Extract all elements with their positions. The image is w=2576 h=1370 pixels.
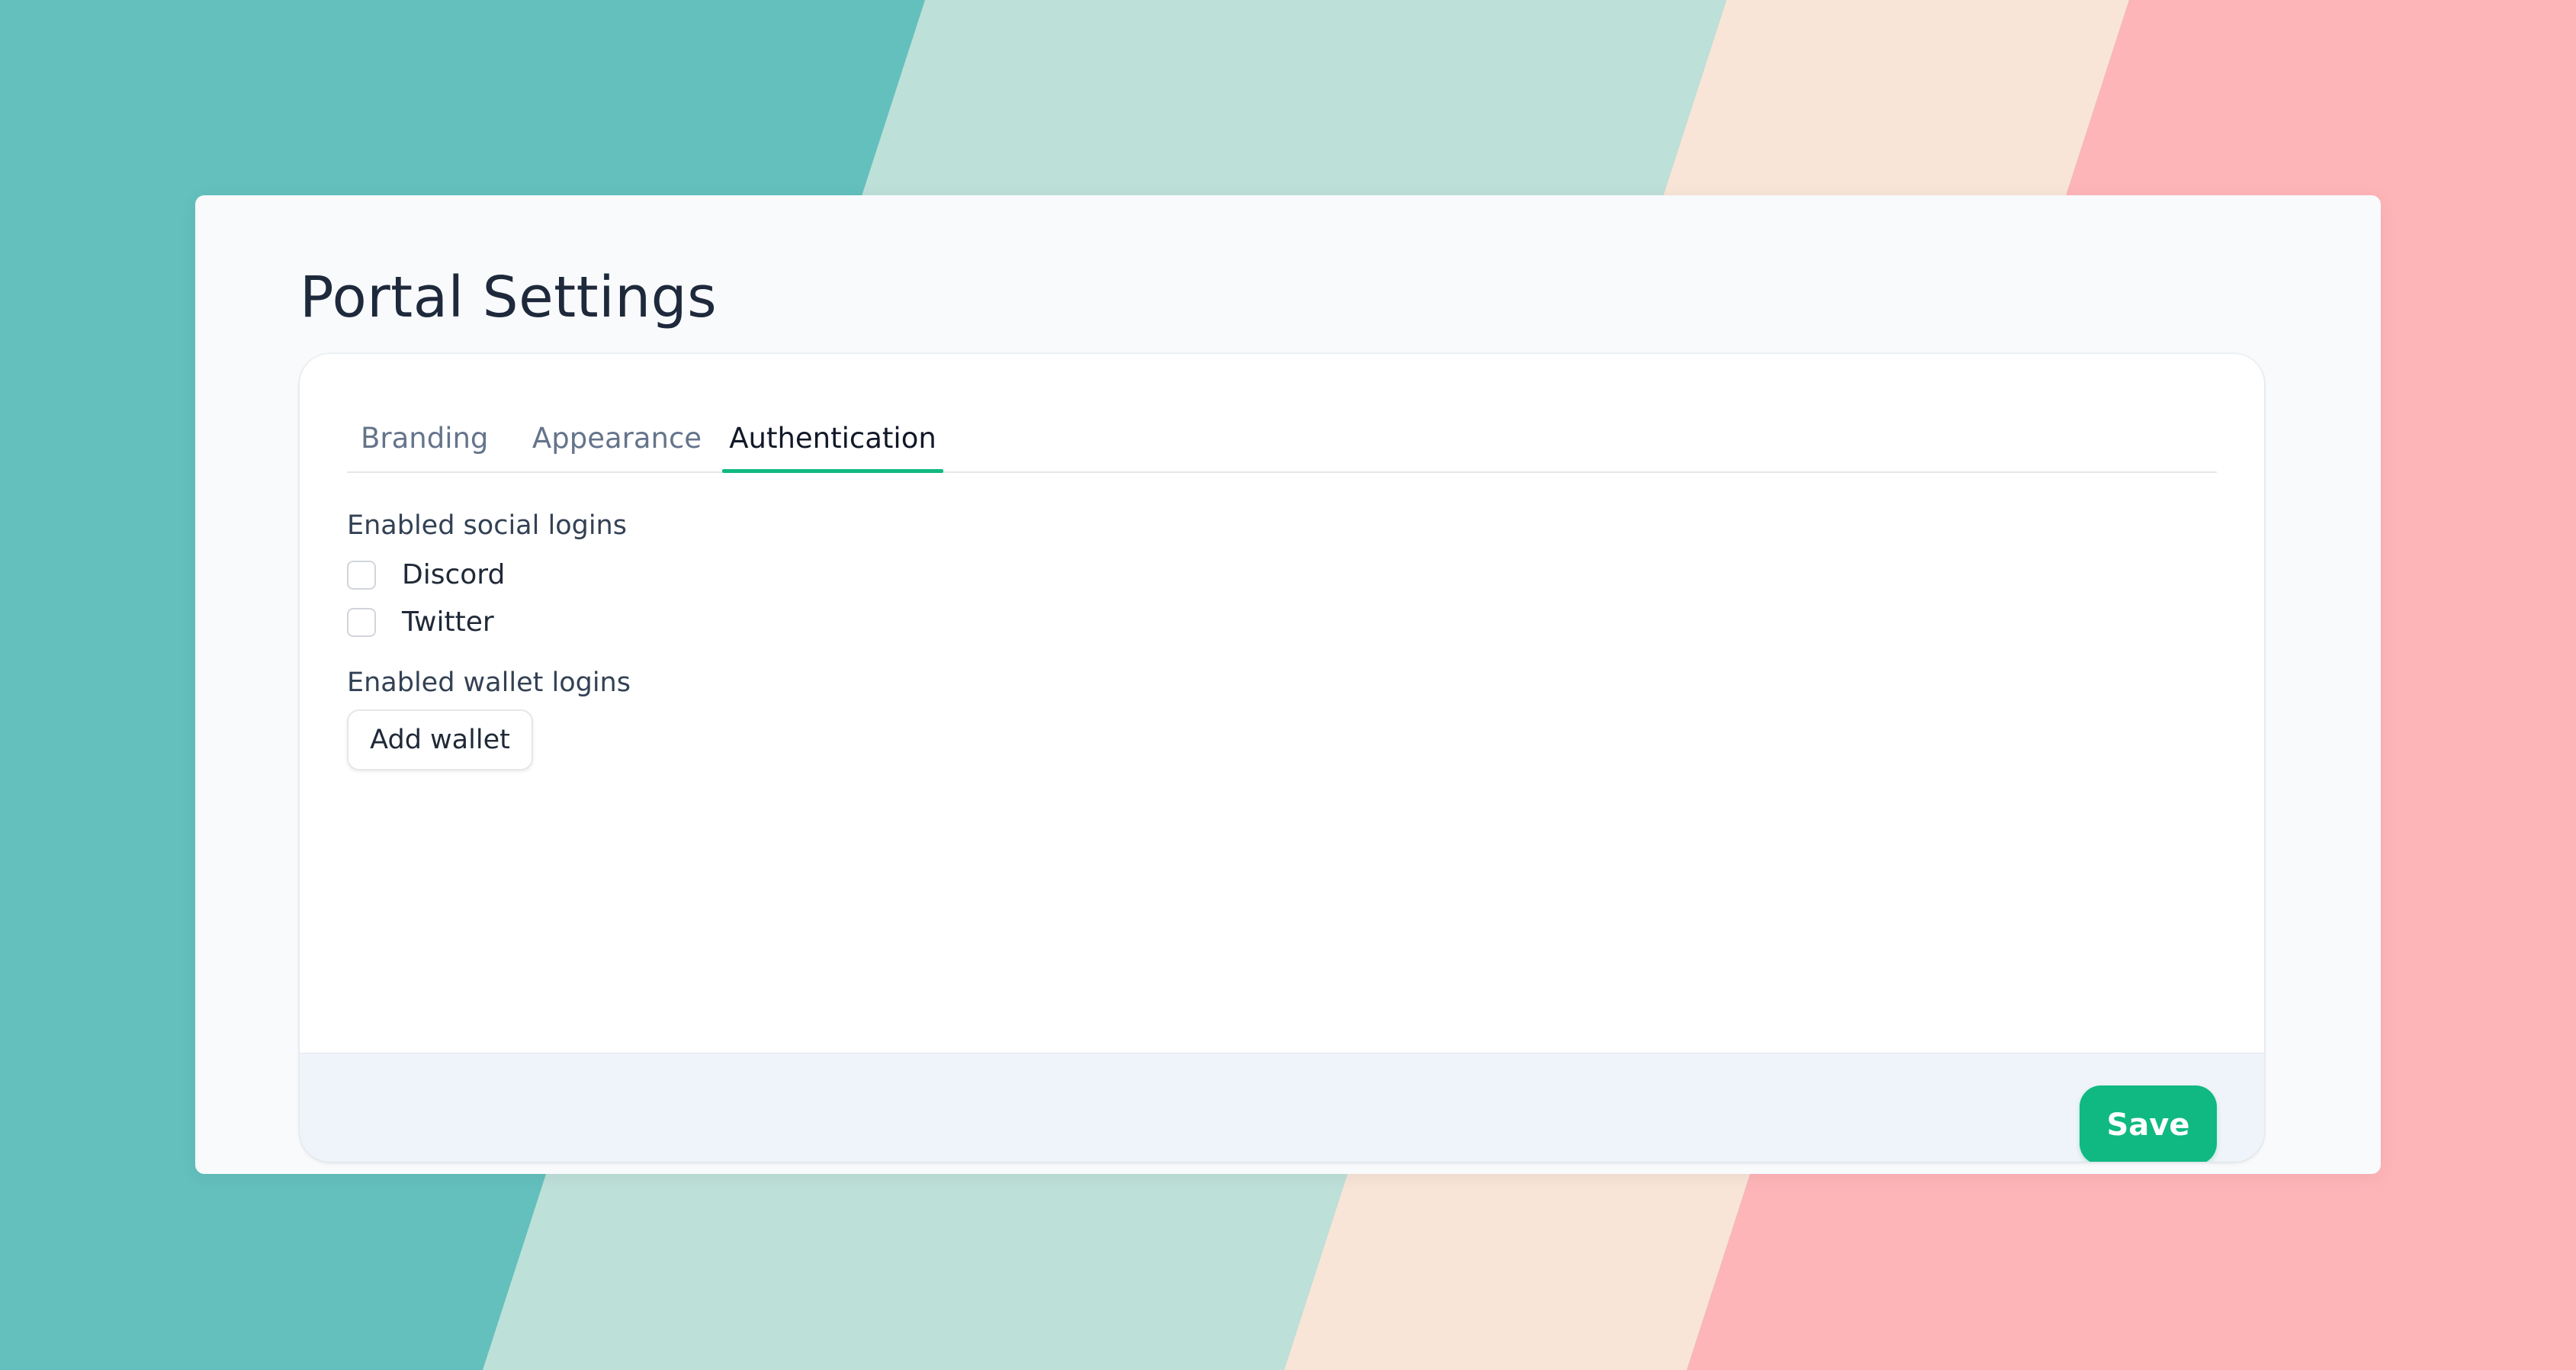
page-title: Portal Settings: [300, 265, 718, 330]
tab-branding[interactable]: Branding: [361, 404, 488, 471]
tab-appearance[interactable]: Appearance: [527, 404, 707, 471]
tab-authentication[interactable]: Authentication: [722, 404, 943, 473]
discord-option[interactable]: Discord: [347, 557, 505, 593]
save-button[interactable]: Save: [2080, 1085, 2217, 1162]
settings-window: Portal Settings Branding Appearance Auth…: [195, 195, 2381, 1174]
twitter-checkbox[interactable]: [347, 608, 376, 637]
add-wallet-button[interactable]: Add wallet: [347, 709, 533, 770]
card-footer: Save: [300, 1053, 2264, 1162]
discord-checkbox[interactable]: [347, 561, 376, 590]
tab-bar: Branding Appearance Authentication: [347, 404, 2217, 473]
wallet-logins-label: Enabled wallet logins: [347, 667, 631, 698]
twitter-option[interactable]: Twitter: [347, 604, 494, 641]
social-logins-label: Enabled social logins: [347, 510, 627, 541]
twitter-label: Twitter: [402, 606, 494, 638]
discord-label: Discord: [402, 559, 506, 590]
settings-card: Branding Appearance Authentication Enabl…: [300, 354, 2264, 1162]
